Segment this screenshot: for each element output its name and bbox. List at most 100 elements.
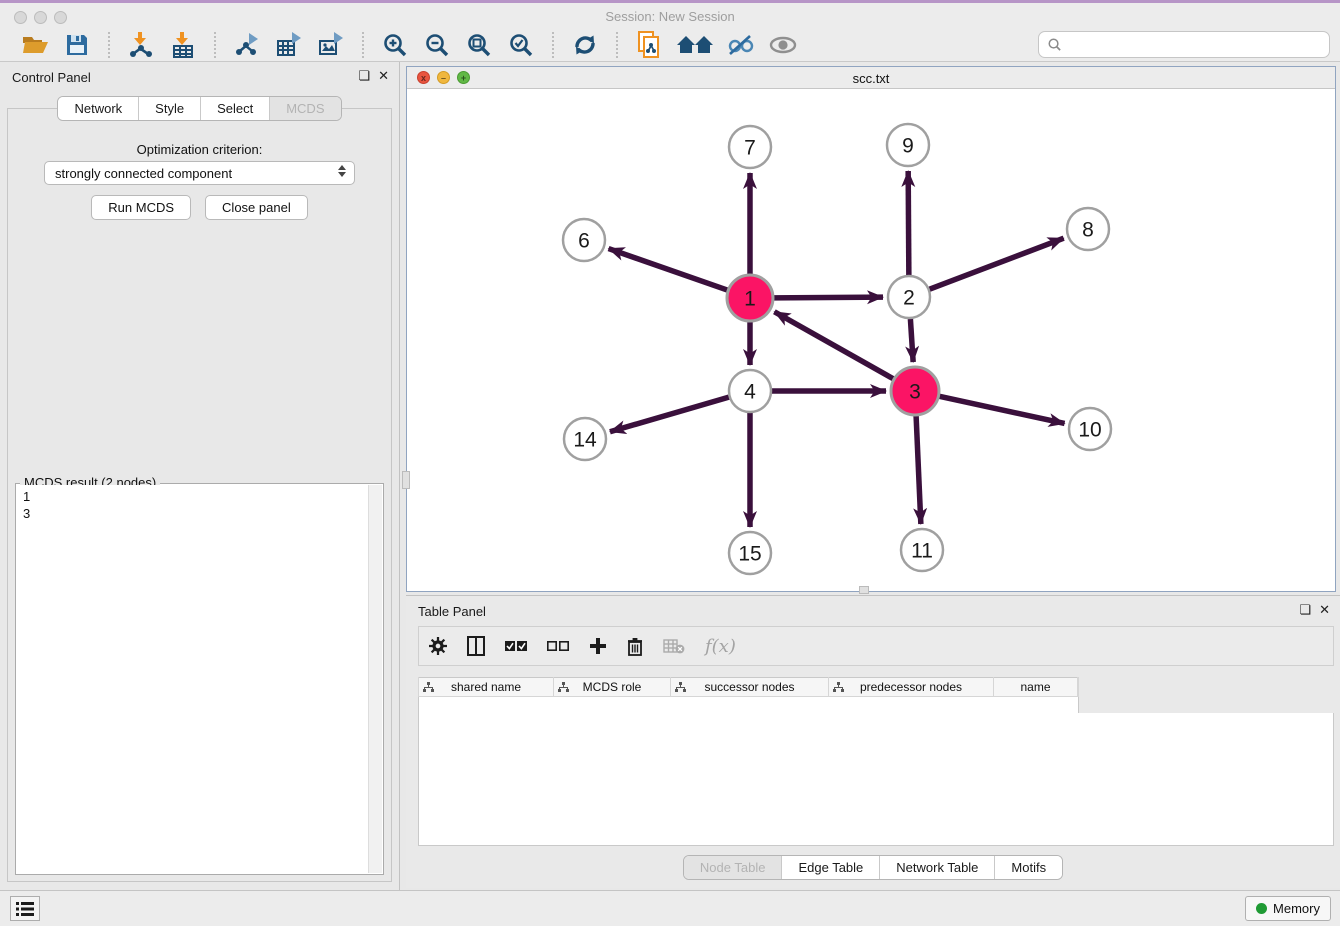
graph-edge-3-1[interactable] [774, 312, 893, 379]
add-column-icon[interactable] [589, 634, 607, 658]
hide-glasses-icon[interactable] [726, 31, 756, 59]
save-session-icon[interactable] [62, 31, 92, 59]
graph-node-label: 14 [573, 429, 597, 452]
tab-motifs[interactable]: Motifs [994, 856, 1062, 879]
tab-style[interactable]: Style [138, 97, 200, 120]
control-panel-float-icon[interactable]: ❏ [358, 68, 370, 84]
graph-edge-3-11[interactable] [916, 416, 921, 524]
deselect-all-checkboxes-icon[interactable] [547, 634, 569, 658]
export-network-icon[interactable] [232, 31, 262, 59]
tab-mcds[interactable]: MCDS [269, 97, 340, 120]
export-image-icon[interactable] [316, 31, 346, 59]
column-tree-icon [833, 682, 844, 696]
mcds-panel: Optimization criterion: strongly connect… [7, 108, 392, 882]
mcds-result-item[interactable]: 3 [23, 505, 368, 522]
graph-edge-2-8[interactable] [930, 238, 1064, 289]
open-session-icon[interactable] [20, 31, 50, 59]
run-mcds-button[interactable]: Run MCDS [91, 195, 191, 220]
import-table-icon[interactable] [168, 31, 198, 59]
toolbar-separator [616, 32, 618, 58]
duplicate-network-icon[interactable] [634, 31, 664, 59]
table-empty-area [418, 713, 1334, 846]
graph-node-label: 1 [744, 288, 756, 311]
table-panel: Table Panel ❏ ✕ [406, 595, 1340, 888]
control-panel-tabs: Network Style Select MCDS [0, 96, 399, 121]
tab-network-table[interactable]: Network Table [879, 856, 994, 879]
table-panel-float-icon[interactable]: ❏ [1299, 602, 1311, 618]
zoom-in-icon[interactable] [380, 31, 410, 59]
control-panel: Control Panel ❏ ✕ Network Style Select M… [0, 62, 400, 890]
memory-label: Memory [1273, 901, 1320, 916]
network-view-window: x – + scc.txt 7968124314101511 [406, 66, 1336, 592]
delete-column-trash-icon[interactable] [627, 634, 643, 658]
dropdown-stepper-icon [338, 165, 346, 177]
graph-node-label: 10 [1078, 419, 1101, 442]
splitter-grip[interactable] [402, 471, 410, 489]
select-all-checkboxes-icon[interactable] [505, 634, 527, 658]
graph-edge-1-6[interactable] [609, 249, 728, 291]
memory-status-icon [1256, 903, 1267, 914]
network-graph[interactable]: 7968124314101511 [407, 89, 1335, 591]
status-bar: Memory [0, 890, 1340, 926]
graph-edge-3-10[interactable] [939, 396, 1064, 423]
column-header-name[interactable]: name [994, 678, 1078, 697]
import-network-icon[interactable] [126, 31, 156, 59]
graph-node-label: 11 [911, 540, 933, 563]
column-tree-icon [558, 682, 569, 696]
table-tabs: Node Table Edge Table Network Table Moti… [406, 846, 1340, 888]
table-settings-gear-icon[interactable] [429, 634, 447, 658]
graph-node-label: 15 [738, 543, 761, 566]
task-history-button[interactable] [10, 896, 40, 921]
tab-edge-table[interactable]: Edge Table [781, 856, 879, 879]
application-window: Session: New Session [0, 0, 1340, 926]
graph-node-label: 9 [902, 135, 914, 158]
graph-edge-4-14[interactable] [610, 397, 729, 432]
graph-node-label: 3 [909, 381, 921, 404]
split-columns-icon[interactable] [467, 634, 485, 658]
optimization-criterion-label: Optimization criterion: [8, 142, 391, 157]
graph-node-label: 7 [744, 137, 756, 160]
graph-edge-1-2[interactable] [774, 297, 883, 298]
export-table-icon[interactable] [274, 31, 304, 59]
column-header-successor-nodes[interactable]: successor nodes [671, 678, 829, 697]
zoom-fit-icon[interactable] [464, 31, 494, 59]
network-window-titlebar[interactable]: x – + scc.txt [407, 67, 1335, 89]
mcds-result-item[interactable]: 1 [23, 488, 368, 505]
column-tree-icon [675, 682, 686, 696]
show-eye-icon[interactable] [768, 31, 798, 59]
table-panel-close-icon[interactable]: ✕ [1319, 602, 1330, 618]
column-header-mcds-role[interactable]: MCDS role [554, 678, 671, 697]
graph-edge-2-3[interactable] [910, 319, 913, 362]
delete-table-disabled-icon [663, 634, 685, 658]
result-scrollbar[interactable] [368, 485, 382, 873]
network-canvas[interactable]: 7968124314101511 [407, 89, 1335, 591]
window-resize-grip[interactable] [859, 586, 869, 594]
graph-edge-2-9[interactable] [908, 171, 909, 275]
app-titlebar: Session: New Session [0, 3, 1340, 28]
toolbar-separator [552, 32, 554, 58]
network-window-title: scc.txt [407, 71, 1335, 86]
search-box [1038, 31, 1330, 58]
tab-select[interactable]: Select [200, 97, 269, 120]
criterion-dropdown[interactable]: strongly connected component [44, 161, 355, 185]
search-input[interactable] [1062, 37, 1329, 52]
control-panel-title: Control Panel [12, 70, 91, 85]
mcds-result-list[interactable]: 1 3 [17, 485, 368, 873]
main-toolbar [0, 28, 1340, 62]
column-header-filler [1078, 678, 1079, 697]
home-icon[interactable] [676, 31, 714, 59]
tab-node-table[interactable]: Node Table [684, 856, 782, 879]
close-panel-button[interactable]: Close panel [205, 195, 308, 220]
graph-node-label: 8 [1082, 219, 1094, 242]
memory-button[interactable]: Memory [1245, 896, 1331, 921]
column-header-predecessor-nodes[interactable]: predecessor nodes [829, 678, 994, 697]
zoom-selected-icon[interactable] [506, 31, 536, 59]
graph-node-label: 4 [744, 381, 756, 404]
refresh-icon[interactable] [570, 31, 600, 59]
column-header-shared-name[interactable]: shared name [419, 678, 554, 697]
tab-network[interactable]: Network [58, 97, 138, 120]
zoom-out-icon[interactable] [422, 31, 452, 59]
control-panel-close-icon[interactable]: ✕ [378, 68, 389, 84]
criterion-value: strongly connected component [55, 166, 232, 181]
table-header-row: shared name MCDS role successor nodes pr… [419, 678, 1079, 697]
